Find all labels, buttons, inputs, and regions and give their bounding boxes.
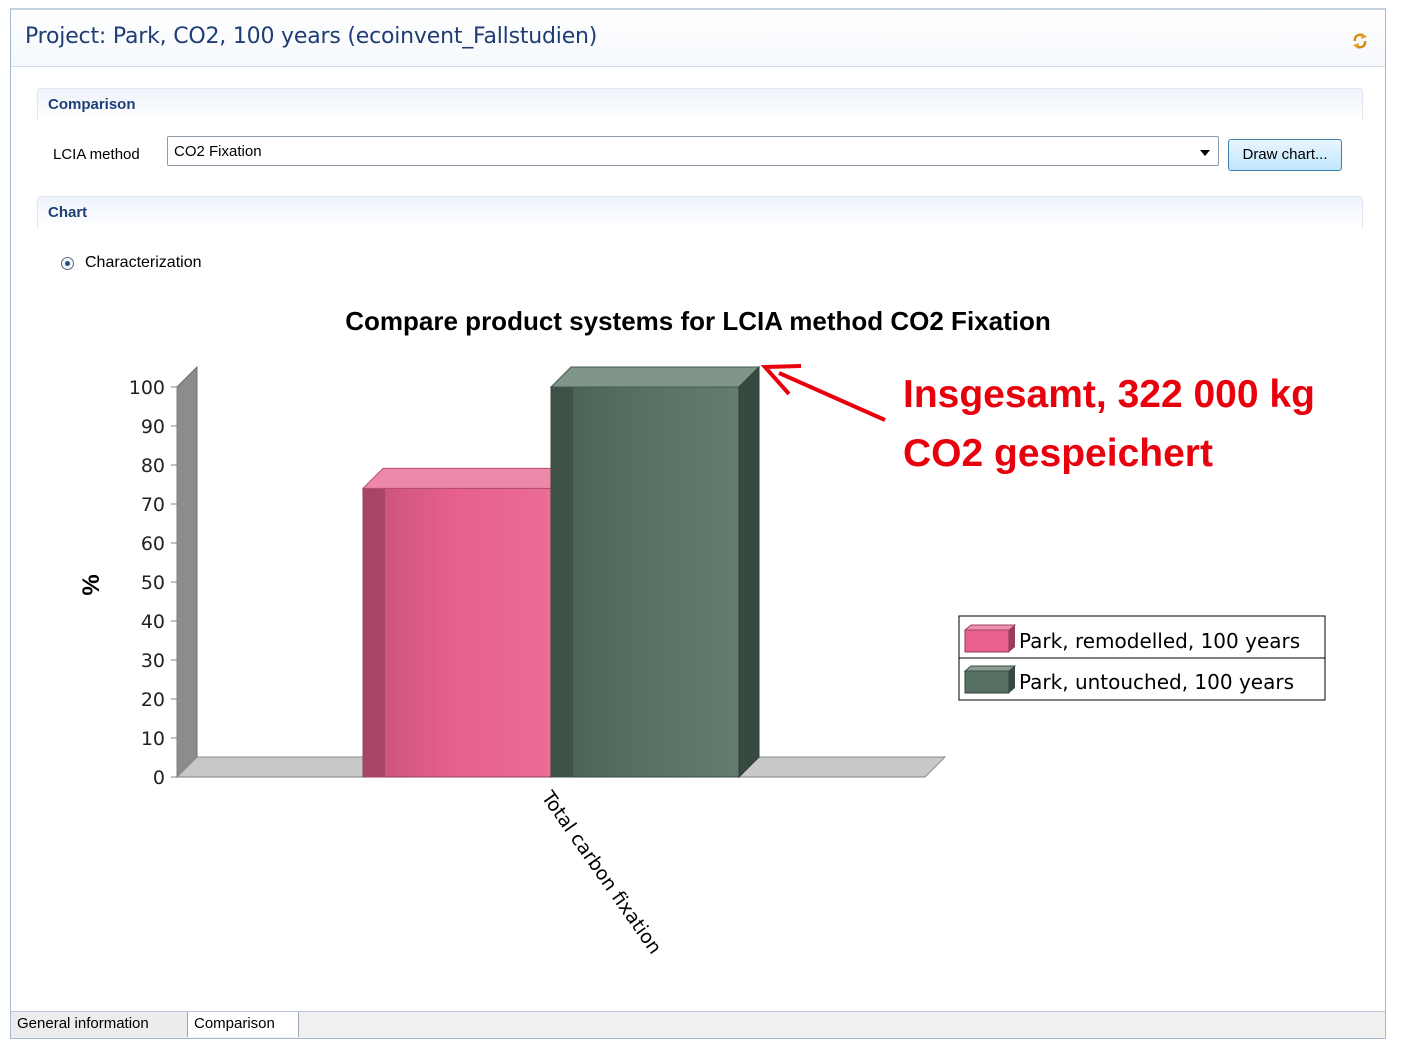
chart-back-wall bbox=[176, 365, 198, 779]
y-tick-label: 0 bbox=[153, 767, 165, 789]
bar-front bbox=[362, 487, 552, 778]
annotation-text-line2: CO2 gespeichert bbox=[903, 432, 1213, 475]
bar-top bbox=[361, 467, 573, 489]
bar-edge bbox=[363, 488, 385, 777]
legend-swatch-top bbox=[963, 665, 1017, 672]
legend-label: Park, untouched, 100 years bbox=[1019, 670, 1294, 694]
bar-chart: Compare product systems for LCIA method … bbox=[78, 306, 1326, 958]
bar-top bbox=[549, 366, 761, 388]
y-tick-label: 60 bbox=[141, 533, 165, 555]
y-tick-label: 90 bbox=[141, 416, 165, 438]
legend-swatch-top bbox=[963, 624, 1017, 631]
bar-remodelled bbox=[361, 467, 573, 779]
bar-front bbox=[550, 386, 740, 778]
bar-edge bbox=[551, 387, 573, 777]
x-category-label: Total carbon fixation bbox=[536, 786, 665, 958]
tab-comparison[interactable]: Comparison bbox=[188, 1012, 299, 1037]
y-tick-label: 100 bbox=[129, 377, 165, 399]
y-tick-label: 30 bbox=[141, 650, 165, 672]
legend-label: Park, remodelled, 100 years bbox=[1019, 629, 1300, 653]
y-tick-label: 50 bbox=[141, 572, 165, 594]
tab-general-information[interactable]: General information bbox=[11, 1012, 188, 1037]
annotation-arrow bbox=[778, 371, 886, 422]
bar-untouched bbox=[549, 365, 761, 779]
legend-swatch bbox=[964, 629, 1010, 653]
chart-title: Compare product systems for LCIA method … bbox=[345, 306, 1050, 336]
y-tick-label: 80 bbox=[141, 455, 165, 477]
legend-swatch bbox=[964, 670, 1010, 694]
y-tick-label: 10 bbox=[141, 728, 165, 750]
annotation-text-line1: Insgesamt, 322 000 kg bbox=[903, 373, 1315, 416]
editor-tab-bar: General information Comparison bbox=[11, 1011, 1385, 1038]
y-tick-label: 40 bbox=[141, 611, 165, 633]
editor-panel: Project: Park, CO2, 100 years (ecoinvent… bbox=[10, 8, 1386, 1039]
bar-side bbox=[738, 365, 760, 779]
y-tick-label: 70 bbox=[141, 494, 165, 516]
y-axis-label: % bbox=[78, 574, 105, 595]
y-tick-label: 20 bbox=[141, 689, 165, 711]
